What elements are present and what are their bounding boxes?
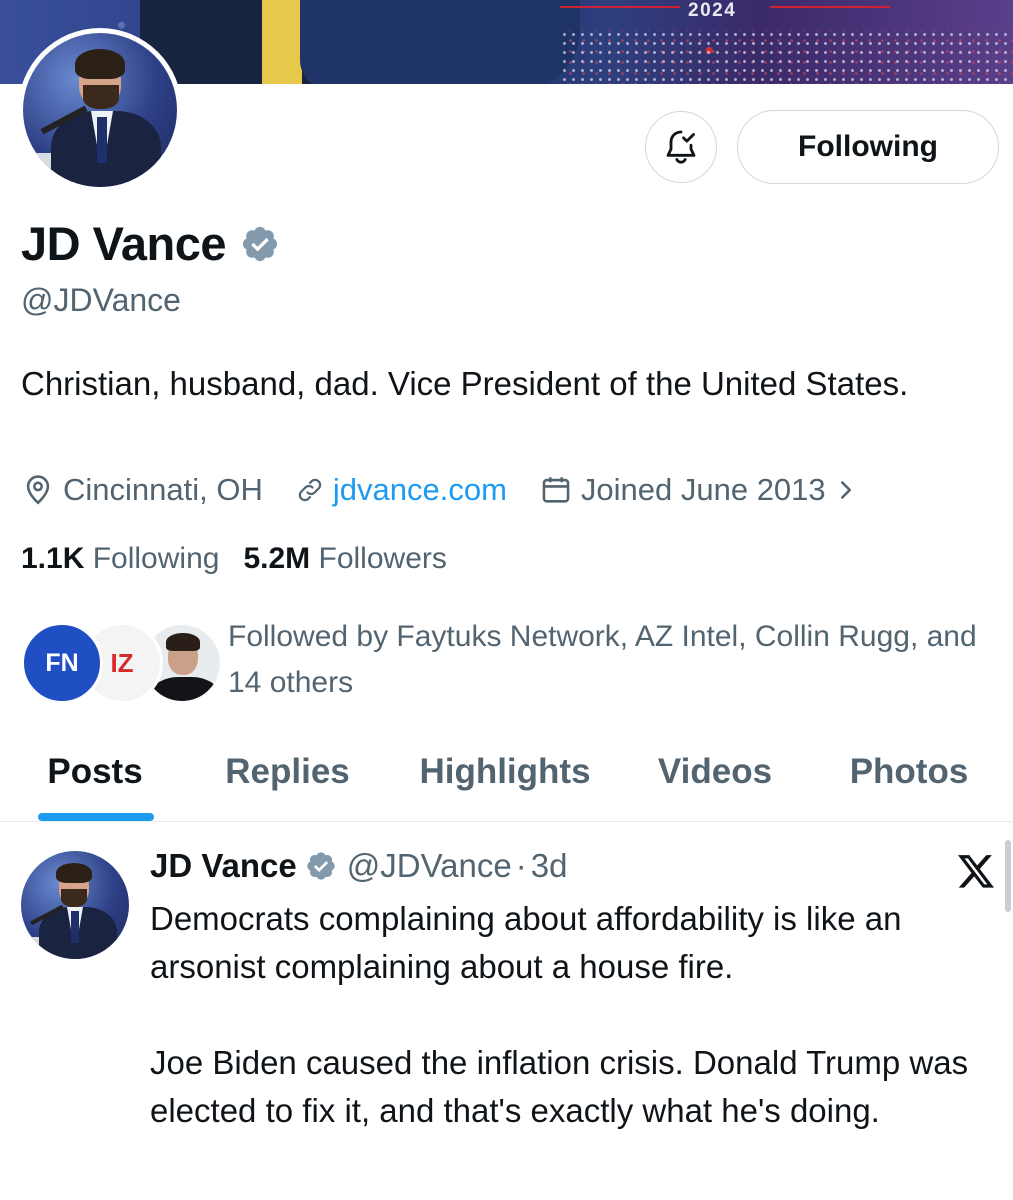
x-logo-icon bbox=[958, 855, 994, 888]
banner-stripe bbox=[560, 6, 680, 8]
tab-videos[interactable]: Videos bbox=[625, 738, 805, 821]
profile-meta-row: Cincinnati, OH jdvance.com Joined June 2… bbox=[21, 472, 858, 508]
avatar-faytuks-network: FN bbox=[21, 622, 103, 704]
post-author-name[interactable]: JD Vance bbox=[150, 847, 297, 885]
following-stat[interactable]: 1.1K Following bbox=[21, 542, 219, 576]
post-author-handle[interactable]: @JDVance bbox=[347, 847, 512, 885]
profile-name-row: JD Vance bbox=[21, 216, 280, 271]
post-separator: · bbox=[515, 847, 527, 884]
joined-text: Joined June 2013 bbox=[580, 472, 826, 507]
tab-highlights[interactable]: Highlights bbox=[385, 738, 625, 821]
followers-count: 5.2M bbox=[243, 542, 311, 575]
profile-avatar[interactable] bbox=[18, 28, 182, 192]
profile-tabs: Posts Replies Highlights Videos Photos bbox=[0, 738, 1013, 822]
post-text: Democrats complaining about affordabilit… bbox=[150, 900, 969, 1129]
followers-stat[interactable]: 5.2M Followers bbox=[243, 542, 446, 576]
notifications-button[interactable] bbox=[645, 111, 717, 183]
tab-photos[interactable]: Photos bbox=[805, 738, 1013, 821]
profile-handle: @JDVance bbox=[21, 282, 181, 318]
banner-figure-right bbox=[300, 0, 580, 84]
followed-by-text[interactable]: Followed by Faytuks Network, AZ Intel, C… bbox=[228, 614, 998, 706]
following-count: 1.1K bbox=[21, 542, 85, 575]
followers-label: Followers bbox=[318, 542, 447, 575]
verified-badge-icon bbox=[307, 852, 335, 880]
chevron-right-icon bbox=[840, 481, 851, 499]
following-label: Following bbox=[92, 542, 220, 575]
post-item[interactable]: JD Vance @JDVance · 3d Democrats complai… bbox=[0, 823, 1013, 1200]
scrollbar[interactable] bbox=[1005, 840, 1011, 912]
joined-item[interactable]: Joined June 2013 bbox=[539, 472, 858, 508]
banner-year-text: 2024 bbox=[688, 0, 737, 21]
map-pin-icon bbox=[26, 475, 50, 505]
location-text: Cincinnati, OH bbox=[63, 472, 263, 507]
post-header: JD Vance @JDVance · 3d bbox=[150, 847, 567, 885]
website-link[interactable]: jdvance.com bbox=[333, 472, 507, 508]
following-button[interactable]: Following bbox=[737, 110, 999, 184]
active-tab-indicator bbox=[38, 813, 154, 821]
banner-stripe bbox=[770, 6, 890, 8]
follow-stats: 1.1K Following 5.2M Followers bbox=[21, 542, 447, 576]
followers-you-know-avatars[interactable]: FN IZ bbox=[21, 622, 223, 706]
tab-replies[interactable]: Replies bbox=[190, 738, 385, 821]
bell-check-icon bbox=[666, 130, 696, 164]
tab-posts[interactable]: Posts bbox=[0, 738, 190, 821]
verified-badge-icon[interactable] bbox=[240, 224, 280, 264]
website-item[interactable]: jdvance.com bbox=[295, 472, 507, 508]
profile-display-name: JD Vance bbox=[21, 217, 227, 270]
location-item: Cincinnati, OH bbox=[21, 472, 263, 508]
banner-tie bbox=[262, 0, 302, 84]
profile-bio: Christian, husband, dad. Vice President … bbox=[21, 365, 909, 402]
banner-crowd bbox=[560, 30, 1013, 84]
post-timestamp[interactable]: 3d bbox=[531, 847, 568, 885]
calendar-icon bbox=[542, 477, 570, 503]
post-author-avatar[interactable] bbox=[21, 851, 129, 959]
link-icon bbox=[298, 478, 322, 502]
